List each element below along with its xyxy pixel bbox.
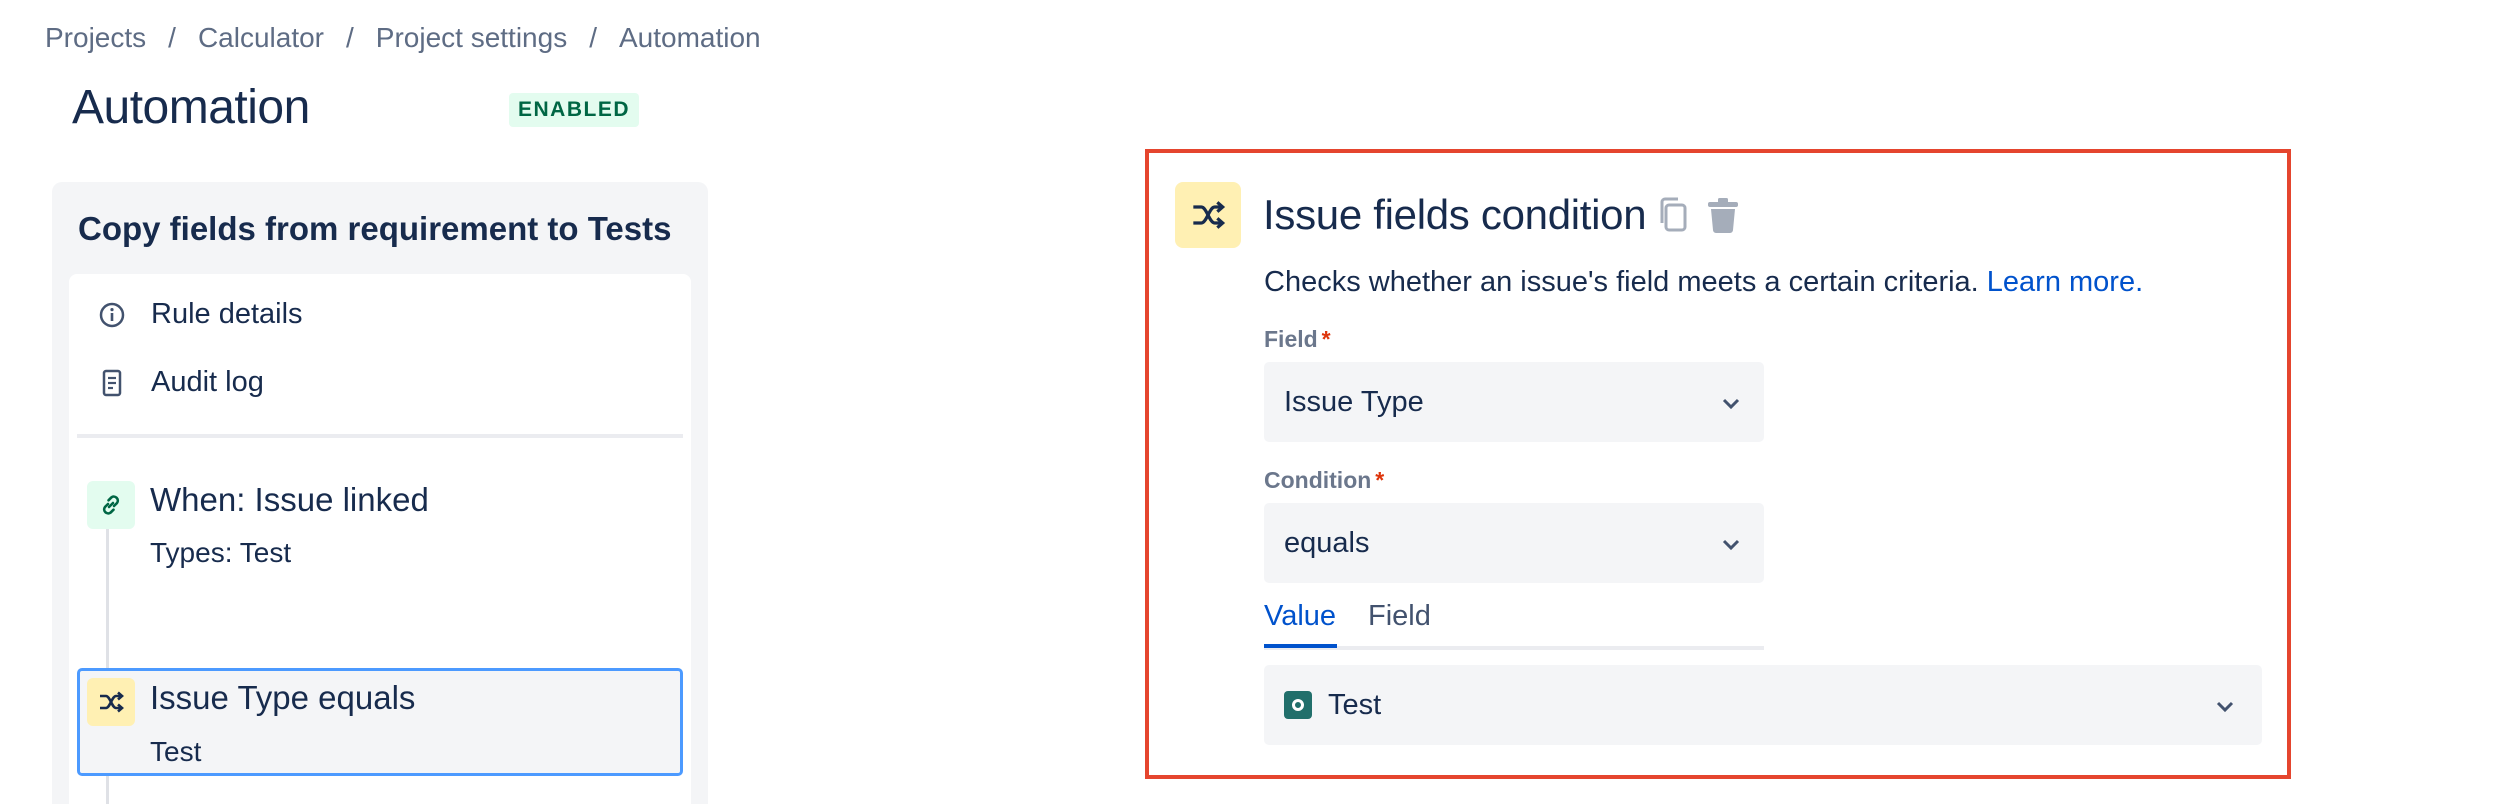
breadcrumb: Projects / Calculator / Project settings…	[45, 22, 761, 54]
breadcrumb-separator: /	[589, 22, 597, 53]
condition-label-text: Condition	[1264, 467, 1372, 493]
divider	[77, 434, 683, 438]
step-condition-title[interactable]: Issue Type equals	[150, 679, 415, 717]
status-badge: ENABLED	[509, 93, 640, 127]
condition-select[interactable]: equals	[1264, 503, 1764, 583]
document-icon	[97, 368, 127, 398]
rule-name: Copy fields from requirement to Tests	[78, 210, 672, 247]
shuffle-icon	[1175, 182, 1241, 248]
detail-title: Issue fields condition	[1263, 191, 1647, 238]
step-condition-subtitle: Test	[150, 736, 202, 767]
field-select-value: Issue Type	[1284, 385, 1424, 418]
chevron-down-icon	[2214, 689, 2236, 722]
breadcrumb-projects[interactable]: Projects	[45, 22, 146, 54]
value-select[interactable]: Test	[1264, 665, 2262, 745]
info-icon	[97, 300, 127, 330]
breadcrumb-separator: /	[346, 22, 354, 53]
breadcrumb-automation[interactable]: Automation	[619, 22, 761, 54]
field-select[interactable]: Issue Type	[1264, 362, 1764, 442]
copy-icon[interactable]	[1655, 195, 1691, 235]
required-marker: *	[1321, 326, 1331, 352]
link-icon	[87, 481, 135, 529]
value-tabs: Value Field	[1264, 600, 1764, 650]
menu-item-audit-log[interactable]: Audit log	[97, 366, 264, 399]
description-text: Checks whether an issue's field meets a …	[1264, 266, 1979, 298]
active-tab-indicator	[1264, 644, 1337, 648]
field-label-text: Field	[1264, 326, 1318, 352]
condition-select-value: equals	[1284, 526, 1370, 559]
breadcrumb-project-settings[interactable]: Project settings	[376, 22, 567, 54]
menu-item-rule-details[interactable]: Rule details	[97, 298, 303, 331]
breadcrumb-separator: /	[168, 22, 176, 53]
tab-value[interactable]: Value	[1264, 600, 1336, 645]
breadcrumb-calculator[interactable]: Calculator	[198, 22, 324, 54]
menu-item-label: Audit log	[151, 366, 264, 398]
automation-page: Projects / Calculator / Project settings…	[0, 0, 2510, 804]
required-marker: *	[1375, 467, 1385, 493]
chevron-down-icon	[1720, 527, 1742, 560]
step-trigger-title[interactable]: When: Issue linked	[150, 481, 429, 519]
learn-more-link[interactable]: Learn more.	[1987, 266, 2143, 298]
test-issue-type-icon	[1284, 691, 1312, 719]
shuffle-icon	[87, 678, 135, 726]
step-trigger-subtitle: Types: Test	[150, 537, 292, 568]
tab-field[interactable]: Field	[1368, 600, 1431, 645]
menu-item-label: Rule details	[151, 298, 303, 330]
page-title: Automation	[72, 81, 310, 134]
condition-label: Condition *	[1264, 467, 1384, 494]
value-select-text: Test	[1328, 688, 1382, 721]
field-label: Field *	[1264, 326, 1331, 353]
chevron-down-icon	[1720, 386, 1742, 419]
detail-actions	[1655, 195, 1741, 235]
detail-description: Checks whether an issue's field meets a …	[1264, 266, 2143, 299]
trash-icon[interactable]	[1705, 195, 1741, 235]
